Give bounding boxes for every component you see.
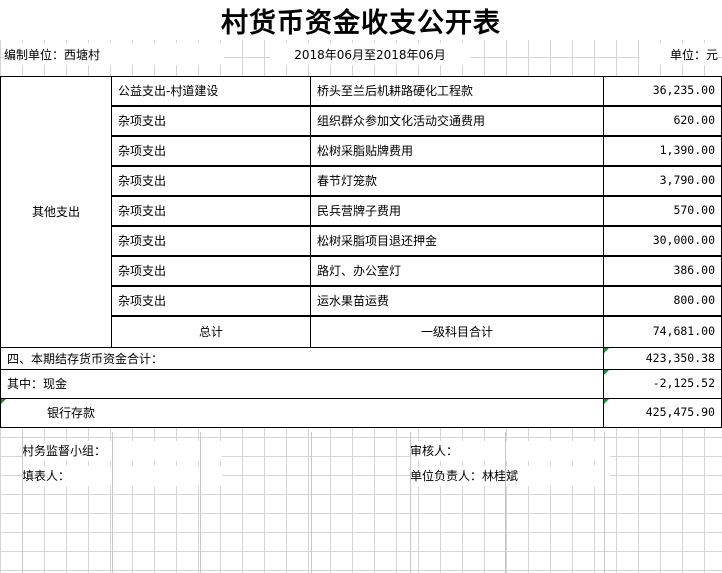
cash-amount[interactable]: -2,125.52 [604,370,722,399]
expense-amount[interactable]: 30,000.00 [604,226,722,256]
expense-item[interactable]: 春节灯笼款 [311,166,604,196]
grid-line [505,432,506,573]
expense-item[interactable]: 民兵营牌子费用 [311,196,604,226]
bank-amount[interactable]: 425,475.90 [604,399,722,428]
expense-item[interactable]: 组织群众参加文化活动交通费用 [311,106,604,136]
balance-amount[interactable]: 423,350.38 [604,348,722,370]
total-amount[interactable]: 74,681.00 [604,316,722,348]
page-title: 村货币资金收支公开表 [0,0,722,40]
expense-amount[interactable]: 36,235.00 [604,76,722,106]
supervision-signature[interactable]: 村务监督小组： [22,441,222,461]
expense-amount[interactable]: 800.00 [604,286,722,316]
expense-category[interactable]: 杂项支出 [112,226,311,256]
total-label[interactable]: 总计 [112,316,311,348]
expense-category[interactable]: 杂项支出 [112,106,311,136]
leader-signature[interactable]: 单位负责人：林桂斌 [410,466,610,486]
preparer-signature[interactable]: 填表人： [22,466,222,486]
section-other-expenses[interactable]: 其他支出 [0,76,112,348]
total-level-label[interactable]: 一级科目合计 [311,316,604,348]
grid-line [112,432,113,573]
balance-label[interactable]: 四、本期结存货币资金合计： [0,348,604,370]
spreadsheet[interactable]: 村货币资金收支公开表 编制单位：西塘村 2018年06月至2018年06月 单位… [0,0,722,573]
grid-line [200,432,201,573]
expense-category[interactable]: 公益支出-村道建设 [112,76,311,106]
expense-item[interactable]: 桥头至兰后机耕路硬化工程款 [311,76,604,106]
expense-category[interactable]: 杂项支出 [112,256,311,286]
expense-category[interactable]: 杂项支出 [112,286,311,316]
period-label: 2018年06月至2018年06月 [270,43,470,65]
expense-amount[interactable]: 620.00 [604,106,722,136]
reviewer-signature[interactable]: 审核人： [410,441,610,461]
cash-label[interactable]: 其中：现金 [0,370,604,399]
grid-line [410,432,411,573]
grid-line [22,432,23,573]
expense-amount[interactable]: 570.00 [604,196,722,226]
currency-unit-label: 单位：元 [640,43,718,65]
organization-label: 编制单位：西塘村 [4,43,224,65]
expense-category[interactable]: 杂项支出 [112,166,311,196]
expense-item[interactable]: 路灯、办公室灯 [311,256,604,286]
expense-item[interactable]: 运水果苗运费 [311,286,604,316]
grid-line [311,432,312,573]
grid-line [604,432,605,573]
expense-category[interactable]: 杂项支出 [112,136,311,166]
expense-category[interactable]: 杂项支出 [112,196,311,226]
expense-amount[interactable]: 386.00 [604,256,722,286]
expense-amount[interactable]: 1,390.00 [604,136,722,166]
expense-item[interactable]: 松树采脂贴牌费用 [311,136,604,166]
expense-amount[interactable]: 3,790.00 [604,166,722,196]
expense-item[interactable]: 松树采脂项目退还押金 [311,226,604,256]
bank-label[interactable]: 银行存款 [0,399,604,428]
